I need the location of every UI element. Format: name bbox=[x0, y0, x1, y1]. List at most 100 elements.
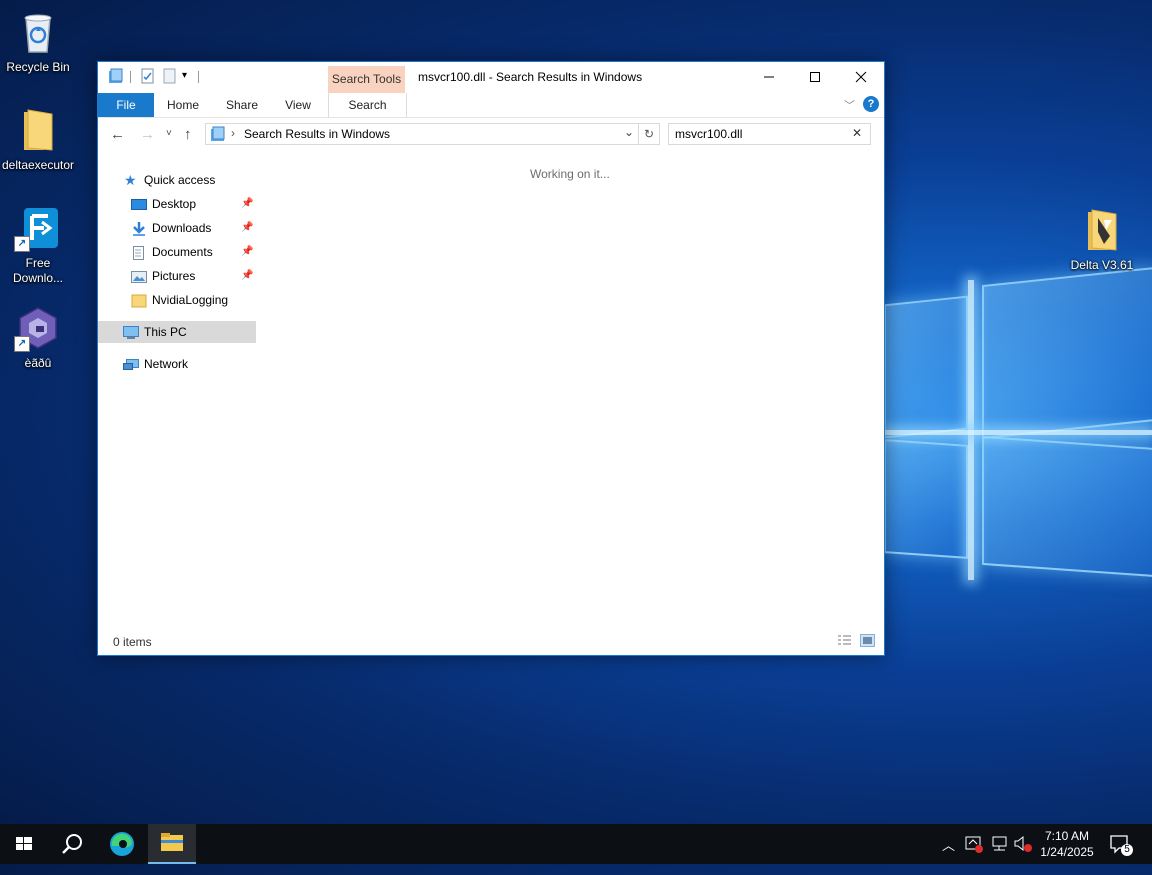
network-icon bbox=[123, 357, 139, 371]
network-icon[interactable] bbox=[990, 835, 1010, 875]
pictures-icon bbox=[131, 269, 147, 283]
taskbar-file-explorer-button[interactable] bbox=[148, 824, 196, 864]
navigation-bar: ← → ˅ ↑ › Search Results in Windows ⌄ ↻ … bbox=[98, 118, 884, 150]
taskbar: ︿ 7:10 AM 1/24/2025 5 bbox=[0, 824, 1152, 864]
title-bar[interactable]: ▾ Search Tools msvcr100.dll - Search Res… bbox=[98, 62, 884, 93]
close-button[interactable] bbox=[838, 62, 884, 92]
desktop-icon-label: Recycle Bin bbox=[6, 60, 70, 74]
customize-toolbar-chevron-icon[interactable]: ▾ bbox=[182, 70, 187, 88]
desktop-icon-label: èãðû bbox=[24, 356, 52, 370]
nav-label: Network bbox=[144, 357, 189, 371]
toolbar-separator bbox=[198, 71, 199, 83]
edge-icon bbox=[110, 832, 134, 856]
new-folder-icon[interactable] bbox=[162, 68, 178, 86]
folder-icon bbox=[14, 106, 62, 154]
tab-search[interactable]: Search bbox=[328, 93, 407, 117]
nav-nvidialogging[interactable]: NvidiaLogging bbox=[98, 289, 256, 311]
nav-pictures[interactable]: Pictures 📌 bbox=[98, 265, 256, 287]
pin-icon: 📌 bbox=[241, 222, 254, 233]
breadcrumb-chevron-icon[interactable]: › bbox=[231, 126, 235, 140]
tab-view[interactable]: View bbox=[278, 93, 318, 117]
windows-logo-wallpaper bbox=[884, 266, 1152, 600]
desktop-icon-gamecube[interactable]: ↗ èãðû bbox=[0, 304, 78, 371]
help-icon[interactable]: ? bbox=[863, 96, 879, 112]
search-icon bbox=[62, 834, 82, 854]
start-button[interactable] bbox=[0, 824, 48, 864]
status-item-count: 0 items bbox=[113, 635, 152, 649]
nav-label: Documents bbox=[152, 245, 213, 259]
address-bar[interactable]: › Search Results in Windows ⌄ bbox=[205, 123, 639, 145]
refresh-icon: ↻ bbox=[643, 127, 655, 141]
toolbar-separator bbox=[130, 71, 131, 83]
nav-label: Quick access bbox=[144, 173, 216, 187]
nav-desktop[interactable]: Desktop 📌 bbox=[98, 193, 256, 215]
nav-label: Downloads bbox=[152, 221, 212, 235]
nav-quick-access[interactable]: ★ Quick access bbox=[98, 169, 256, 191]
search-button[interactable] bbox=[48, 824, 96, 864]
action-center-button[interactable]: 5 bbox=[1108, 834, 1134, 874]
show-hidden-icons-chevron-icon[interactable]: ︿ bbox=[942, 835, 960, 875]
star-icon: ★ bbox=[124, 172, 137, 188]
nav-label: Desktop bbox=[152, 197, 197, 211]
maximize-button[interactable] bbox=[792, 62, 838, 92]
windows-start-icon bbox=[16, 837, 32, 850]
clear-search-icon[interactable]: ✕ bbox=[852, 126, 862, 140]
desktop-icon-label: Free Downlo... bbox=[12, 256, 64, 285]
nav-documents[interactable]: Documents 📌 bbox=[98, 241, 256, 263]
explorer-app-icon bbox=[108, 68, 124, 86]
details-view-icon[interactable] bbox=[837, 634, 852, 647]
security-warning-icon[interactable] bbox=[965, 835, 985, 875]
tab-home[interactable]: Home bbox=[162, 93, 204, 117]
clock-time: 7:10 AM bbox=[1044, 829, 1090, 843]
ribbon-tabs: File Home Share View Search ﹀ ? bbox=[98, 93, 884, 118]
pin-icon: 📌 bbox=[241, 270, 254, 281]
desktop-icon-free-download-manager[interactable]: ↗ Free Downlo... bbox=[0, 204, 78, 286]
desktop-icon-label: deltaexecutor bbox=[1, 158, 75, 172]
downloads-icon bbox=[131, 221, 147, 236]
address-text: Search Results in Windows bbox=[244, 127, 391, 141]
search-results-location-icon bbox=[210, 126, 226, 145]
refresh-button[interactable]: ↻ bbox=[638, 123, 660, 145]
desktop-icon-delta-v361[interactable]: Delta V3.61 bbox=[1062, 206, 1142, 273]
documents-icon bbox=[131, 245, 147, 260]
tab-file[interactable]: File bbox=[98, 93, 154, 117]
shortcut-arrow-icon: ↗ bbox=[14, 236, 30, 252]
tab-share[interactable]: Share bbox=[220, 93, 264, 117]
expand-ribbon-chevron-icon[interactable]: ﹀ bbox=[844, 97, 855, 113]
system-clock[interactable]: 7:10 AM 1/24/2025 bbox=[1034, 828, 1100, 860]
taskbar-edge-button[interactable] bbox=[98, 824, 146, 864]
file-explorer-icon bbox=[161, 833, 183, 851]
window-title: msvcr100.dll - Search Results in Windows bbox=[418, 70, 643, 84]
nav-downloads[interactable]: Downloads 📌 bbox=[98, 217, 256, 239]
back-arrow-icon[interactable]: ← bbox=[110, 126, 125, 143]
navigation-pane: ★ Quick access Desktop 📌 Downloads 📌 Doc… bbox=[98, 162, 256, 592]
notification-count-badge: 5 bbox=[1121, 844, 1133, 856]
desktop-icon-deltaexecutor[interactable]: deltaexecutor bbox=[0, 106, 78, 173]
folder-icon bbox=[131, 293, 147, 308]
nav-label: NvidiaLogging bbox=[152, 293, 229, 307]
search-tools-context-tab: Search Tools bbox=[328, 66, 405, 93]
forward-arrow-icon[interactable]: → bbox=[140, 126, 155, 143]
desktop-icon-label: Delta V3.61 bbox=[1070, 258, 1134, 272]
address-dropdown-chevron-icon[interactable]: ⌄ bbox=[624, 125, 634, 139]
large-icons-view-icon[interactable] bbox=[860, 634, 875, 647]
up-arrow-icon[interactable]: ↑ bbox=[184, 126, 192, 143]
volume-muted-icon[interactable] bbox=[1013, 835, 1033, 875]
computer-icon bbox=[123, 325, 139, 339]
free-download-manager-icon: ↗ bbox=[14, 204, 62, 252]
nav-this-pc[interactable]: This PC bbox=[98, 321, 256, 343]
shortcut-arrow-icon: ↗ bbox=[14, 336, 30, 352]
recent-locations-chevron-icon[interactable]: ˅ bbox=[166, 128, 172, 139]
pin-icon: 📌 bbox=[241, 198, 254, 209]
file-explorer-window: ▾ Search Tools msvcr100.dll - Search Res… bbox=[97, 61, 885, 656]
desktop-icon bbox=[131, 197, 147, 211]
minimize-button[interactable] bbox=[746, 62, 792, 92]
pin-icon: 📌 bbox=[241, 246, 254, 257]
search-input[interactable] bbox=[675, 127, 845, 141]
desktop-icon-recycle-bin[interactable]: Recycle Bin bbox=[0, 8, 78, 75]
cube-app-icon: ↗ bbox=[14, 304, 62, 352]
nav-network[interactable]: Network bbox=[98, 353, 256, 375]
properties-icon[interactable] bbox=[140, 68, 156, 86]
nav-label: This PC bbox=[144, 325, 187, 339]
search-box[interactable]: ✕ bbox=[668, 123, 871, 145]
